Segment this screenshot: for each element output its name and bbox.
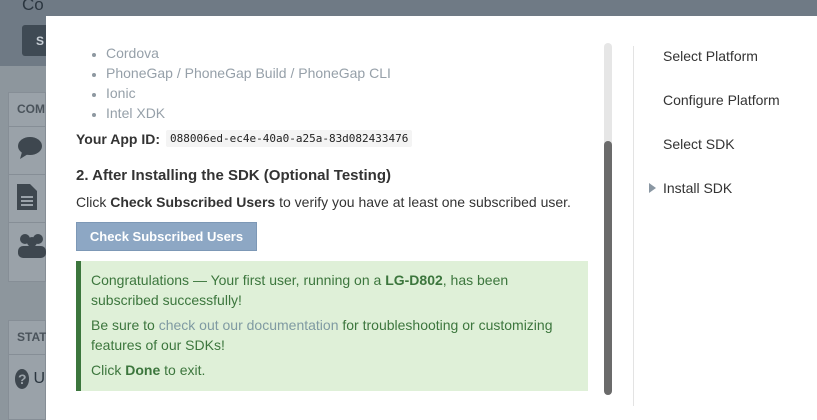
step-configure-platform[interactable]: Configure Platform <box>663 90 780 134</box>
sdk-list-item: Cordova <box>106 43 588 63</box>
done-emphasis: Done <box>125 362 161 378</box>
documentation-link[interactable]: check out our documentation <box>159 317 339 333</box>
background-title: Co <box>22 0 44 14</box>
background-status-header: STAT <box>9 321 47 355</box>
step-install-sdk[interactable]: Install SDK <box>649 178 780 222</box>
users-icon <box>9 223 46 271</box>
help-icon: ? <box>15 369 30 389</box>
content-scrollbar[interactable] <box>604 43 612 395</box>
alert-line-congrats: Congratulations — Your first user, runni… <box>91 270 576 310</box>
success-alert: Congratulations — Your first user, runni… <box>76 261 588 391</box>
alert-text: Be sure to <box>91 317 159 333</box>
setup-steps-nav: Select Platform Configure Platform Selec… <box>649 46 780 222</box>
document-icon <box>9 175 45 223</box>
alert-line-done: Click Done to exit. <box>91 360 576 380</box>
alert-text: to exit. <box>160 362 206 378</box>
alert-text: Congratulations — Your first user, runni… <box>91 272 386 288</box>
sdk-setup-modal: Cordova PhoneGap / PhoneGap Build / Phon… <box>46 16 817 420</box>
nav-divider <box>633 46 634 406</box>
alert-line-docs: Be sure to check out our documentation f… <box>91 315 576 355</box>
background-status-panel: STAT ? U <box>8 320 47 420</box>
check-subscribed-users-button[interactable]: Check Subscribed Users <box>76 222 257 251</box>
background-panel-header: COM <box>9 93 45 127</box>
sdk-list-item: Ionic <box>106 83 588 103</box>
sdk-list: Cordova PhoneGap / PhoneGap Build / Phon… <box>76 43 588 123</box>
device-name: LG-D802 <box>385 272 443 288</box>
modal-content: Cordova PhoneGap / PhoneGap Build / Phon… <box>76 16 588 420</box>
step-desc-emphasis: Check Subscribed Users <box>110 194 276 210</box>
step-description: Click Check Subscribed Users to verify y… <box>76 194 588 210</box>
step-select-platform[interactable]: Select Platform <box>663 46 780 90</box>
current-step-arrow-icon <box>649 183 656 193</box>
background-panel: COM <box>8 92 46 282</box>
app-id-value[interactable]: 088006ed-ec4e-40a0-a25a-83d082433476 <box>166 130 413 147</box>
scrollbar-thumb[interactable] <box>604 141 612 395</box>
step-title: 2. After Installing the SDK (Optional Te… <box>76 167 392 184</box>
chat-icon <box>9 127 45 175</box>
step-desc-text: Click <box>76 194 111 210</box>
sdk-list-item: Intel XDK <box>106 103 588 123</box>
app-id-row: Your App ID: 088006ed-ec4e-40a0-a25a-83d… <box>76 130 588 147</box>
alert-text: Click <box>91 362 126 378</box>
step-desc-text: to verify you have at least one subscrib… <box>275 194 571 210</box>
step-install-sdk-label: Install SDK <box>663 180 733 196</box>
sdk-list-item: PhoneGap / PhoneGap Build / PhoneGap CLI <box>106 63 588 83</box>
step-select-sdk[interactable]: Select SDK <box>663 134 780 178</box>
app-id-label: Your App ID: <box>76 130 160 147</box>
background-help-text: U <box>33 370 45 387</box>
